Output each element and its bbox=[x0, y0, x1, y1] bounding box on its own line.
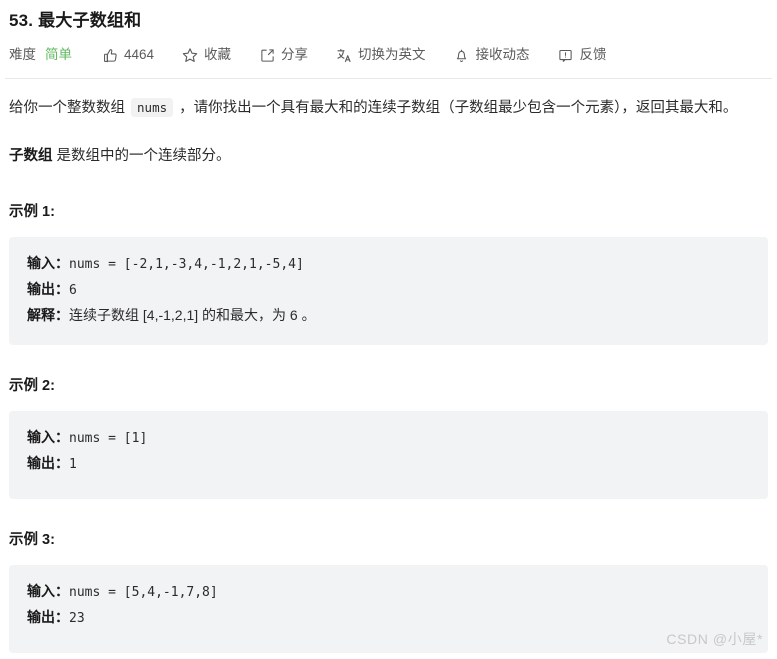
translate-icon bbox=[336, 47, 352, 63]
description-paragraph-1: 给你一个整数数组 nums ，请你找出一个具有最大和的连续子数组（子数组最少包含… bbox=[9, 93, 768, 123]
example-1-line-explain: 解释：连续子数组 [4,-1,2,1] 的和最大，为 6 。 bbox=[27, 303, 750, 329]
subscribe-label: 接收动态 bbox=[475, 47, 530, 62]
example-1-block: 输入：nums = [-2,1,-3,4,-1,2,1,-5,4] 输出：6 解… bbox=[9, 237, 768, 345]
example-2-heading: 示例 2: bbox=[9, 378, 55, 394]
problem-title-text: 53. 最大子数组和 bbox=[9, 11, 142, 30]
example-3-line-output: 输出：23 bbox=[27, 605, 750, 631]
share-label: 分享 bbox=[281, 47, 309, 62]
example-1-explain-value: 连续子数组 [4,-1,2,1] 的和最大，为 6 。 bbox=[69, 307, 316, 323]
example-1-line-input: 输入：nums = [-2,1,-3,4,-1,2,1,-5,4] bbox=[27, 251, 750, 277]
subscribe-button[interactable]: 接收动态 bbox=[454, 45, 530, 65]
desc-p1-after: ，请你找出一个具有最大和的连续子数组（子数组最少包含一个元素），返回其最大和。 bbox=[175, 100, 738, 116]
example-3-heading: 示例 3: bbox=[9, 532, 55, 548]
example-2-block: 输入：nums = [1] 输出：1 bbox=[9, 411, 768, 499]
bell-icon bbox=[454, 47, 470, 63]
term-subarray: 子数组 bbox=[9, 148, 53, 164]
example-1-explain-label: 解释： bbox=[27, 307, 69, 323]
example-3-block: 输入：nums = [5,4,-1,7,8] 输出：23 bbox=[9, 565, 768, 653]
share-button[interactable]: 分享 bbox=[259, 45, 308, 65]
favorite-label: 收藏 bbox=[204, 47, 232, 62]
star-icon bbox=[182, 47, 198, 63]
share-icon bbox=[259, 47, 275, 63]
example-2-output-value: 1 bbox=[69, 457, 77, 472]
thumbs-up-icon bbox=[102, 47, 118, 63]
example-1-input-value: nums = [-2,1,-3,4,-1,2,1,-5,4] bbox=[69, 257, 304, 272]
difficulty-label: 难度 bbox=[9, 47, 36, 62]
favorite-button[interactable]: 收藏 bbox=[182, 45, 231, 65]
example-2-input-value: nums = [1] bbox=[69, 431, 148, 446]
example-1-line-output: 输出：6 bbox=[27, 277, 750, 303]
example-2-line-input: 输入：nums = [1] bbox=[27, 425, 750, 451]
feedback-icon bbox=[558, 47, 574, 63]
example-2-input-label: 输入： bbox=[27, 429, 69, 445]
inline-code-nums: nums bbox=[131, 98, 174, 117]
feedback-label: 反馈 bbox=[579, 47, 607, 62]
problem-page: 53. 最大子数组和 难度 简单 4464 收藏 分享 切换为英文 接收动态 反… bbox=[0, 0, 777, 659]
problem-content: 给你一个整数数组 nums ，请你找出一个具有最大和的连续子数组（子数组最少包含… bbox=[0, 93, 777, 653]
problem-toolbar: 难度 简单 4464 收藏 分享 切换为英文 接收动态 反馈 bbox=[0, 32, 777, 68]
csdn-watermark: CSDN @小屋* bbox=[666, 631, 763, 647]
example-2-line-output: 输出：1 bbox=[27, 451, 750, 477]
example-3-input-label: 输入： bbox=[27, 583, 69, 599]
difficulty-indicator: 难度 简单 bbox=[9, 45, 72, 65]
translate-label: 切换为英文 bbox=[358, 47, 426, 62]
page-title: 53. 最大子数组和 bbox=[0, 0, 777, 32]
desc-p2-rest: 是数组中的一个连续部分。 bbox=[52, 148, 231, 164]
example-1-input-label: 输入： bbox=[27, 255, 69, 271]
desc-p1-before: 给你一个整数数组 bbox=[9, 100, 130, 116]
example-3-output-label: 输出： bbox=[27, 609, 69, 625]
example-1-heading: 示例 1: bbox=[9, 204, 55, 220]
example-3-output-value: 23 bbox=[69, 611, 85, 626]
like-button[interactable]: 4464 bbox=[102, 45, 154, 65]
feedback-button[interactable]: 反馈 bbox=[558, 45, 607, 65]
description-paragraph-2: 子数组 是数组中的一个连续部分。 bbox=[9, 142, 768, 171]
example-3-input-value: nums = [5,4,-1,7,8] bbox=[69, 585, 218, 600]
header-divider bbox=[5, 78, 772, 79]
translate-button[interactable]: 切换为英文 bbox=[336, 45, 426, 65]
example-1-output-label: 输出： bbox=[27, 281, 69, 297]
difficulty-value: 简单 bbox=[45, 47, 72, 62]
example-1-output-value: 6 bbox=[69, 283, 77, 298]
example-3-line-input: 输入：nums = [5,4,-1,7,8] bbox=[27, 579, 750, 605]
like-count: 4464 bbox=[124, 47, 155, 62]
example-2-output-label: 输出： bbox=[27, 455, 69, 471]
